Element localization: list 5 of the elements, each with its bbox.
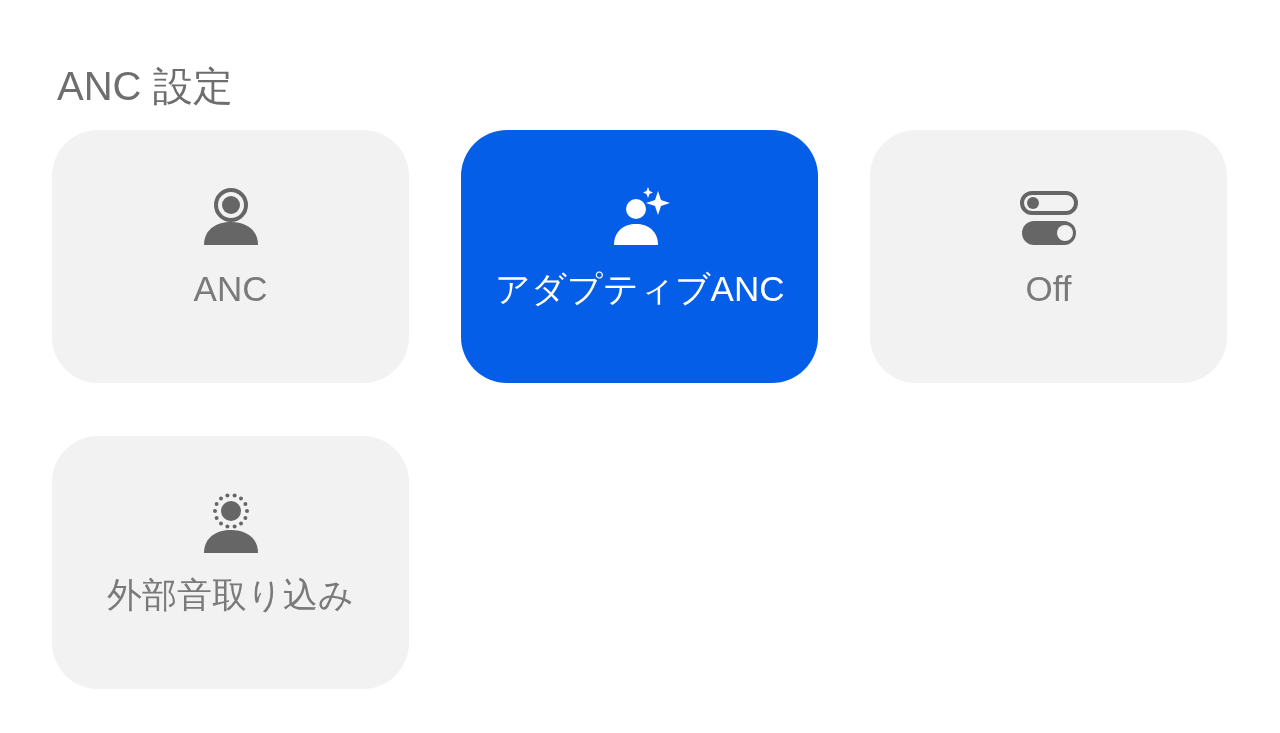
mode-option[interactable]: ANC [52, 130, 409, 383]
mode-option[interactable]: 外部音取り込み [52, 436, 409, 689]
section-title: ANC 設定 [56, 63, 233, 110]
mode-option[interactable]: アダプティブANC [461, 130, 818, 383]
mode-option[interactable]: Off [870, 130, 1227, 383]
